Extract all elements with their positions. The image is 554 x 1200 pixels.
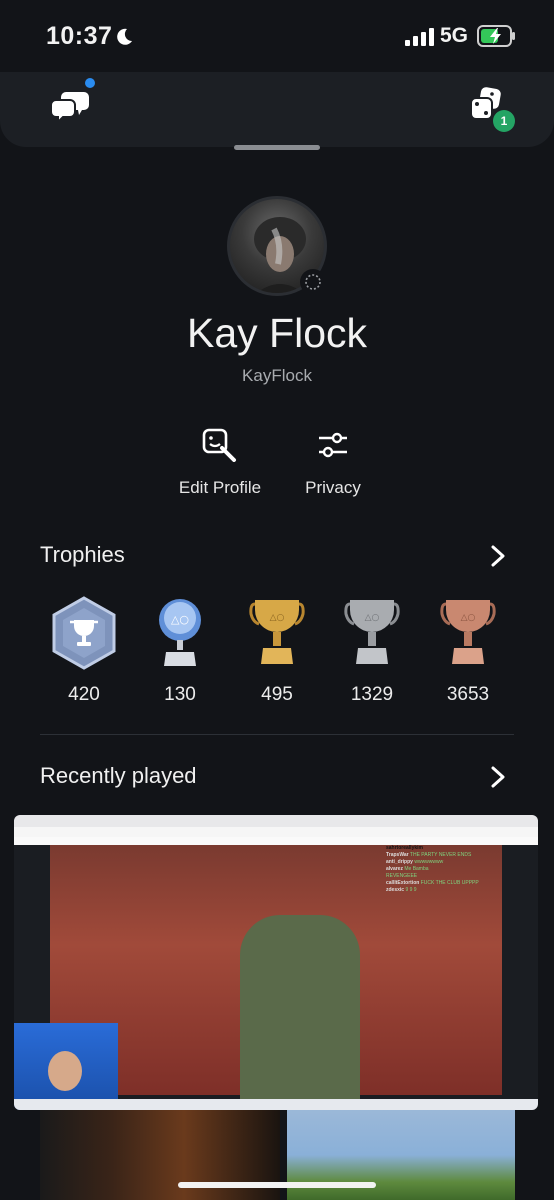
chat-line: TrapsWar THE PARTY NEVER ENDS [386,852,472,858]
browser-tab-bar [14,815,538,827]
svg-text:△○: △○ [461,613,476,623]
display-name: Kay Flock [187,310,367,356]
privacy-button[interactable]: Privacy [273,428,393,498]
sheet-grabber[interactable] [234,145,320,150]
browser-bookmarks-bar [14,837,538,845]
signal-icon [405,28,434,46]
trophy-level[interactable]: 420 [44,596,124,706]
trophy-platinum-count: 130 [164,684,196,705]
svg-text:△○: △○ [365,613,380,623]
status-time: 10:37 [46,22,113,50]
chat-line: callItExtortion FUCK THE CLUB UPPPP [386,880,479,886]
chevron-right-icon[interactable] [489,544,507,568]
stream-overlay[interactable]: sahrtoreallykim TrapsWar THE PARTY NEVER… [14,815,538,1110]
video-performer [240,915,360,1110]
trophy-level-icon [52,596,116,670]
trophy-level-count: 420 [68,684,100,705]
chat-channel: sahrtoreallykim [386,845,423,851]
chat-bubbles-icon[interactable] [50,86,92,126]
edit-profile-button[interactable]: Edit Profile [160,428,280,498]
webcam-face [48,1051,82,1091]
chat-line: alvarez Me Bamba [386,866,429,872]
trophy-platinum[interactable]: △○ 130 [140,596,220,706]
windows-taskbar [14,1099,538,1110]
streamer-webcam [14,1023,118,1110]
network-type: 5G [440,24,469,47]
moon-icon [117,28,132,45]
friend-requests-badge: 1 [493,110,515,132]
status-indicator [300,269,326,295]
trophy-gold[interactable]: △○ 495 [237,596,317,706]
section-divider [40,734,514,735]
stream-chat: sahrtoreallykim TrapsWar THE PARTY NEVER… [386,845,504,905]
status-bar: 10:37 5G [0,0,554,80]
trophy-silver-icon: △○ [344,600,400,664]
home-indicator[interactable] [178,1182,376,1188]
chat-line: anti_drippy wwwwwwww [386,859,444,865]
trophy-silver[interactable]: △○ 1329 [332,596,412,706]
online-id: KayFlock [242,366,312,385]
recently-played-title[interactable]: Recently played [40,763,197,789]
battery-charging-icon [477,25,515,47]
trophy-silver-count: 1329 [350,684,394,705]
chat-line: zdesxic 9 9 9 [386,887,417,893]
svg-text:△○: △○ [171,613,189,626]
trophy-gold-icon: △○ [249,600,305,664]
trophy-platinum-icon: △○ [159,599,201,666]
edit-profile-icon [202,428,236,462]
trophies-title[interactable]: Trophies [40,542,125,568]
browser-address-bar [14,827,538,837]
privacy-label: Privacy [305,478,361,497]
trophy-bronze-icon: △○ [440,600,496,664]
chevron-right-icon[interactable] [489,765,507,789]
sliders-icon [319,432,347,458]
svg-text:△○: △○ [270,613,285,623]
trophy-bronze[interactable]: △○ 3653 [428,596,508,706]
top-header: 1 [0,72,554,147]
edit-profile-label: Edit Profile [178,478,262,497]
trophy-bronze-count: 3653 [446,684,490,705]
chat-line: REVENGEEE [386,873,418,879]
notification-dot [85,78,95,88]
trophy-gold-count: 495 [261,684,293,705]
